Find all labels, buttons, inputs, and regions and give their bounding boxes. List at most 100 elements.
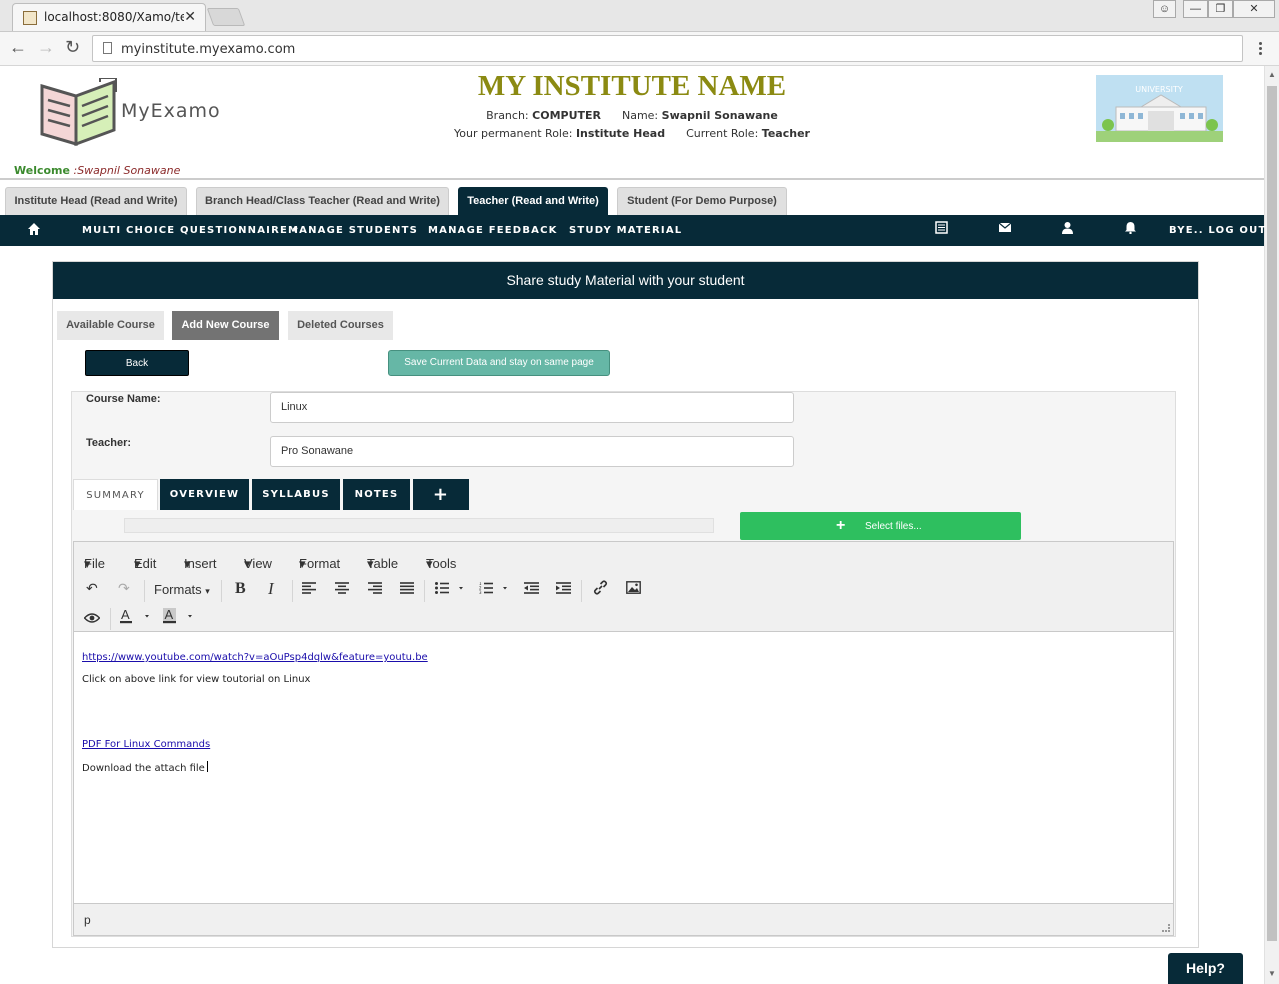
new-tab-button[interactable] [206,8,246,26]
toolbar-separator [221,580,222,602]
main-navigation: MULTI CHOICE QUESTIONNAIRE ▾ MANAGE STUD… [0,215,1266,246]
nav-mcq[interactable]: MULTI CHOICE QUESTIONNAIRE ▾ [82,225,299,236]
nav-study-material[interactable]: STUDY MATERIAL [569,225,682,236]
tab-overview[interactable]: OVERVIEW [160,479,249,510]
tab-notes[interactable]: NOTES [343,479,410,510]
browser-menu-icon[interactable] [1259,42,1263,56]
svg-text:3: 3 [479,590,482,594]
tab-available-course[interactable]: Available Course [57,311,164,340]
branch-name-info: Branch: COMPUTER Name: Swapnil Sonawane [0,109,1264,122]
user-profile-icon[interactable]: ☺ [1153,0,1176,18]
select-files-label: Select files... [865,521,922,532]
tab-deleted-courses[interactable]: Deleted Courses [288,311,393,340]
browser-tab-strip: localhost:8080/Xamo/tes ✕ ☺ — ❐ ✕ [0,0,1279,32]
tab-summary[interactable]: SUMMARY [73,479,158,510]
italic-icon[interactable]: I [268,579,274,599]
bold-icon[interactable]: B [235,580,246,598]
nav-manage-students[interactable]: MANAGE STUDENTS [288,225,418,236]
envelope-icon[interactable] [998,221,1012,237]
name-value: Swapnil Sonawane [661,109,778,122]
editor-statusbar: p [74,903,1173,935]
back-arrow-icon[interactable]: ← [9,37,27,58]
role-tab-institute-head[interactable]: Institute Head (Read and Write) [5,187,187,215]
course-name-label: Course Name: [86,393,161,405]
select-files-button[interactable]: + Select files... [740,512,1021,540]
back-button[interactable]: Back [85,350,189,376]
align-justify-icon[interactable] [400,581,414,597]
welcome-message: Welcome :Swapnil Sonawane [14,164,180,177]
content-line-2-text: Download the attach file [82,763,205,774]
user-icon[interactable] [1061,221,1074,237]
svg-text:A: A [121,608,130,622]
scroll-down-icon[interactable]: ▼ [1268,969,1276,978]
university-label: UNIVERSITY [1135,85,1183,94]
align-right-icon[interactable] [368,581,382,597]
outdent-icon[interactable] [524,581,539,597]
align-left-icon[interactable] [302,581,316,597]
resize-handle-icon[interactable] [1162,924,1170,932]
link-icon[interactable] [593,580,608,598]
caret-down-icon: ▾ [299,556,306,571]
text-cursor [206,761,208,772]
list-icon[interactable] [935,221,948,237]
content-line-2: Download the attach file [82,761,208,774]
panel-title: Share study Material with your student [53,262,1198,299]
tab-syllabus[interactable]: SYLLABUS [252,479,340,510]
role-tab-student[interactable]: Student (For Demo Purpose) [617,187,787,215]
pdf-link[interactable]: PDF For Linux Commands [82,739,210,750]
home-icon[interactable] [27,222,41,239]
reload-icon[interactable]: ↻ [65,37,80,58]
save-stay-button[interactable]: Save Current Data and stay on same page [388,350,610,376]
preview-eye-icon[interactable] [83,610,101,626]
close-window-icon[interactable]: ✕ [1233,0,1275,18]
align-center-icon[interactable] [335,581,349,597]
caret-down-icon: ▾ [184,556,191,571]
url-input[interactable]: myinstitute.myexamo.com [92,35,1243,62]
bullet-list-icon[interactable] [435,581,463,597]
scrollbar-thumb[interactable] [1267,86,1277,941]
tab-add-new-course[interactable]: Add New Course [172,311,279,340]
permanent-role-label: Your permanent Role: [454,127,573,140]
nav-mcq-label: MULTI CHOICE QUESTIONNAIRE [82,225,289,236]
background-color-icon[interactable]: A [163,607,193,627]
undo-icon[interactable]: ↶ [86,580,98,597]
name-label: Name: [621,109,659,122]
text-color-icon[interactable]: A [120,607,150,627]
close-tab-icon[interactable]: ✕ [184,8,196,25]
plus-icon: + [432,484,450,505]
youtube-link[interactable]: https://www.youtube.com/watch?v=aOuPsp4d… [82,652,428,663]
forward-arrow-icon[interactable]: → [37,37,55,58]
course-name-input[interactable]: Linux [270,392,794,423]
minimize-icon[interactable]: — [1183,0,1208,18]
numbered-list-icon[interactable]: 123 [479,581,507,597]
toolbar-separator [424,580,425,602]
indent-icon[interactable] [556,581,571,597]
teacher-label: Teacher: [86,437,132,449]
toolbar-separator [110,608,111,630]
rich-text-editor: File ▾ Edit ▾ Insert ▾ View ▾ Format ▾ T… [73,541,1174,936]
scroll-up-icon[interactable]: ▲ [1268,70,1276,79]
logout-link[interactable]: BYE.. LOG OUT [1169,225,1266,236]
header-divider [0,178,1264,180]
redo-icon[interactable]: ↷ [118,580,130,597]
institute-name: MY INSTITUTE NAME [477,70,787,102]
add-tab-button[interactable]: + [413,479,469,510]
editor-toolbar: ↶ ↷ Formats ▾ B I 1 2 3 A A [74,572,1173,632]
role-tab-branch-head[interactable]: Branch Head/Class Teacher (Read and Writ… [196,187,449,215]
caret-down-icon: ▾ [84,556,91,571]
formats-dropdown[interactable]: Formats ▾ [154,582,210,597]
bell-icon[interactable] [1124,221,1137,237]
caret-down-icon: ▾ [426,556,433,571]
role-tab-teacher[interactable]: Teacher (Read and Write) [458,187,608,215]
help-button[interactable]: Help? [1168,953,1243,984]
page-icon [103,42,112,54]
image-icon[interactable] [626,581,641,597]
nav-manage-feedback[interactable]: MANAGE FEEDBACK [428,225,558,236]
element-path[interactable]: p [84,913,91,927]
page-scrollbar[interactable]: ▲ ▼ [1264,66,1279,984]
restore-icon[interactable]: ❐ [1208,0,1233,18]
favicon-icon [23,11,37,25]
browser-tab[interactable]: localhost:8080/Xamo/tes ✕ [12,3,206,31]
content-line-1: Click on above link for view toutorial o… [82,674,311,685]
teacher-input[interactable]: Pro Sonawane [270,436,794,467]
